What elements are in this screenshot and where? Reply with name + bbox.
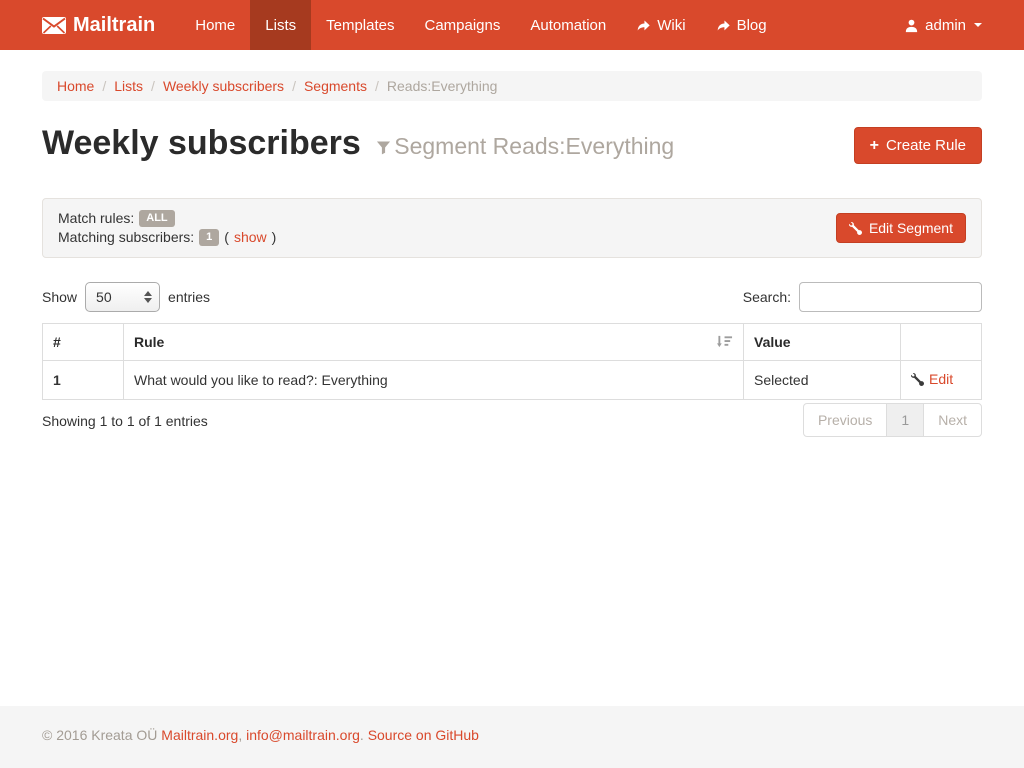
breadcrumb-segments[interactable]: Segments — [304, 78, 367, 94]
nav-item-templates[interactable]: Templates — [311, 0, 409, 50]
matching-subscribers-label: Matching subscribers: — [58, 228, 194, 247]
envelope-icon — [42, 17, 66, 34]
wrench-icon — [911, 373, 924, 386]
email-link[interactable]: info@mailtrain.org — [246, 727, 360, 743]
table-row: 1 What would you like to read?: Everythi… — [43, 361, 982, 400]
match-rules-label: Match rules: — [58, 209, 134, 228]
footer-separator: . — [360, 727, 364, 743]
show-subscribers-link[interactable]: show — [234, 228, 267, 247]
value-cell: Selected — [744, 361, 901, 400]
header-value: Value — [744, 324, 901, 361]
nav-item-automation[interactable]: Automation — [515, 0, 621, 50]
nav-item-home[interactable]: Home — [180, 0, 250, 50]
edit-segment-button[interactable]: Edit Segment — [836, 213, 966, 243]
page-footer: © 2016 Kreata OÜ Mailtrain.org, info@mai… — [0, 706, 1024, 768]
header-actions — [901, 324, 982, 361]
user-label: admin — [925, 17, 966, 34]
share-arrow-icon — [636, 18, 651, 33]
select-stepper-icon — [144, 291, 152, 303]
pagination-page-1[interactable]: 1 — [887, 403, 924, 437]
header-num: # — [43, 324, 124, 361]
create-rule-button[interactable]: + Create Rule — [854, 127, 982, 164]
wrench-icon — [849, 222, 862, 235]
share-arrow-icon — [716, 18, 731, 33]
breadcrumb-weekly-subscribers[interactable]: Weekly subscribers — [163, 78, 284, 94]
page-size-value: 50 — [96, 289, 112, 305]
paren-close: ) — [272, 228, 277, 247]
breadcrumb-separator: / — [143, 78, 163, 94]
breadcrumb-separator: / — [284, 78, 304, 94]
match-rules-badge: ALL — [139, 210, 174, 227]
nav-item-campaigns[interactable]: Campaigns — [409, 0, 515, 50]
segment-subtitle: Segment Reads:Everything — [376, 133, 674, 159]
caret-down-icon — [974, 23, 982, 27]
copyright-text: © 2016 Kreata OÜ — [42, 727, 157, 743]
user-icon — [904, 18, 919, 33]
entries-label: entries — [168, 289, 210, 305]
page-size-select[interactable]: 50 — [85, 282, 160, 312]
breadcrumb-current: Reads:Everything — [387, 78, 498, 94]
mailtrain-org-link[interactable]: Mailtrain.org — [161, 727, 238, 743]
brand-label: Mailtrain — [73, 14, 155, 37]
table-info: Showing 1 to 1 of 1 entries — [42, 413, 208, 429]
matching-count-badge: 1 — [199, 229, 219, 246]
rule-number-cell: 1 — [43, 361, 124, 400]
breadcrumb-lists[interactable]: Lists — [114, 78, 143, 94]
filter-funnel-icon — [376, 140, 391, 156]
footer-separator: , — [238, 727, 242, 743]
brand-mailtrain[interactable]: Mailtrain — [27, 0, 170, 50]
sort-icon — [717, 334, 733, 350]
nav-item-blog[interactable]: Blog — [701, 0, 782, 50]
page-title: Weekly subscribers Segment Reads:Everyth… — [42, 123, 674, 166]
header-rule[interactable]: Rule — [124, 324, 744, 361]
search-label: Search: — [743, 289, 791, 305]
edit-rule-link[interactable]: Edit — [911, 371, 953, 387]
table-header-row: # Rule Value — [43, 324, 982, 361]
segment-summary-panel: Match rules: ALL Matching subscribers: 1… — [42, 198, 982, 258]
nav-item-lists[interactable]: Lists — [250, 0, 311, 50]
breadcrumb: Home / Lists / Weekly subscribers / Segm… — [42, 71, 982, 101]
pagination: Previous 1 Next — [803, 403, 982, 437]
rules-table: # Rule Value — [42, 323, 982, 400]
top-navbar: Mailtrain Home Lists Templates Campaigns… — [0, 0, 1024, 50]
plus-icon: + — [870, 139, 879, 153]
user-menu[interactable]: admin — [889, 17, 997, 34]
source-github-link[interactable]: Source on GitHub — [368, 727, 479, 743]
breadcrumb-home[interactable]: Home — [57, 78, 94, 94]
pagination-next[interactable]: Next — [924, 403, 982, 437]
rule-cell: What would you like to read?: Everything — [124, 361, 744, 400]
search-input[interactable] — [799, 282, 982, 312]
breadcrumb-separator: / — [367, 78, 387, 94]
paren-open: ( — [224, 228, 229, 247]
nav-item-wiki[interactable]: Wiki — [621, 0, 700, 50]
pagination-previous[interactable]: Previous — [803, 403, 887, 437]
show-label: Show — [42, 289, 77, 305]
main-nav: Home Lists Templates Campaigns Automatio… — [180, 0, 781, 50]
breadcrumb-separator: / — [94, 78, 114, 94]
